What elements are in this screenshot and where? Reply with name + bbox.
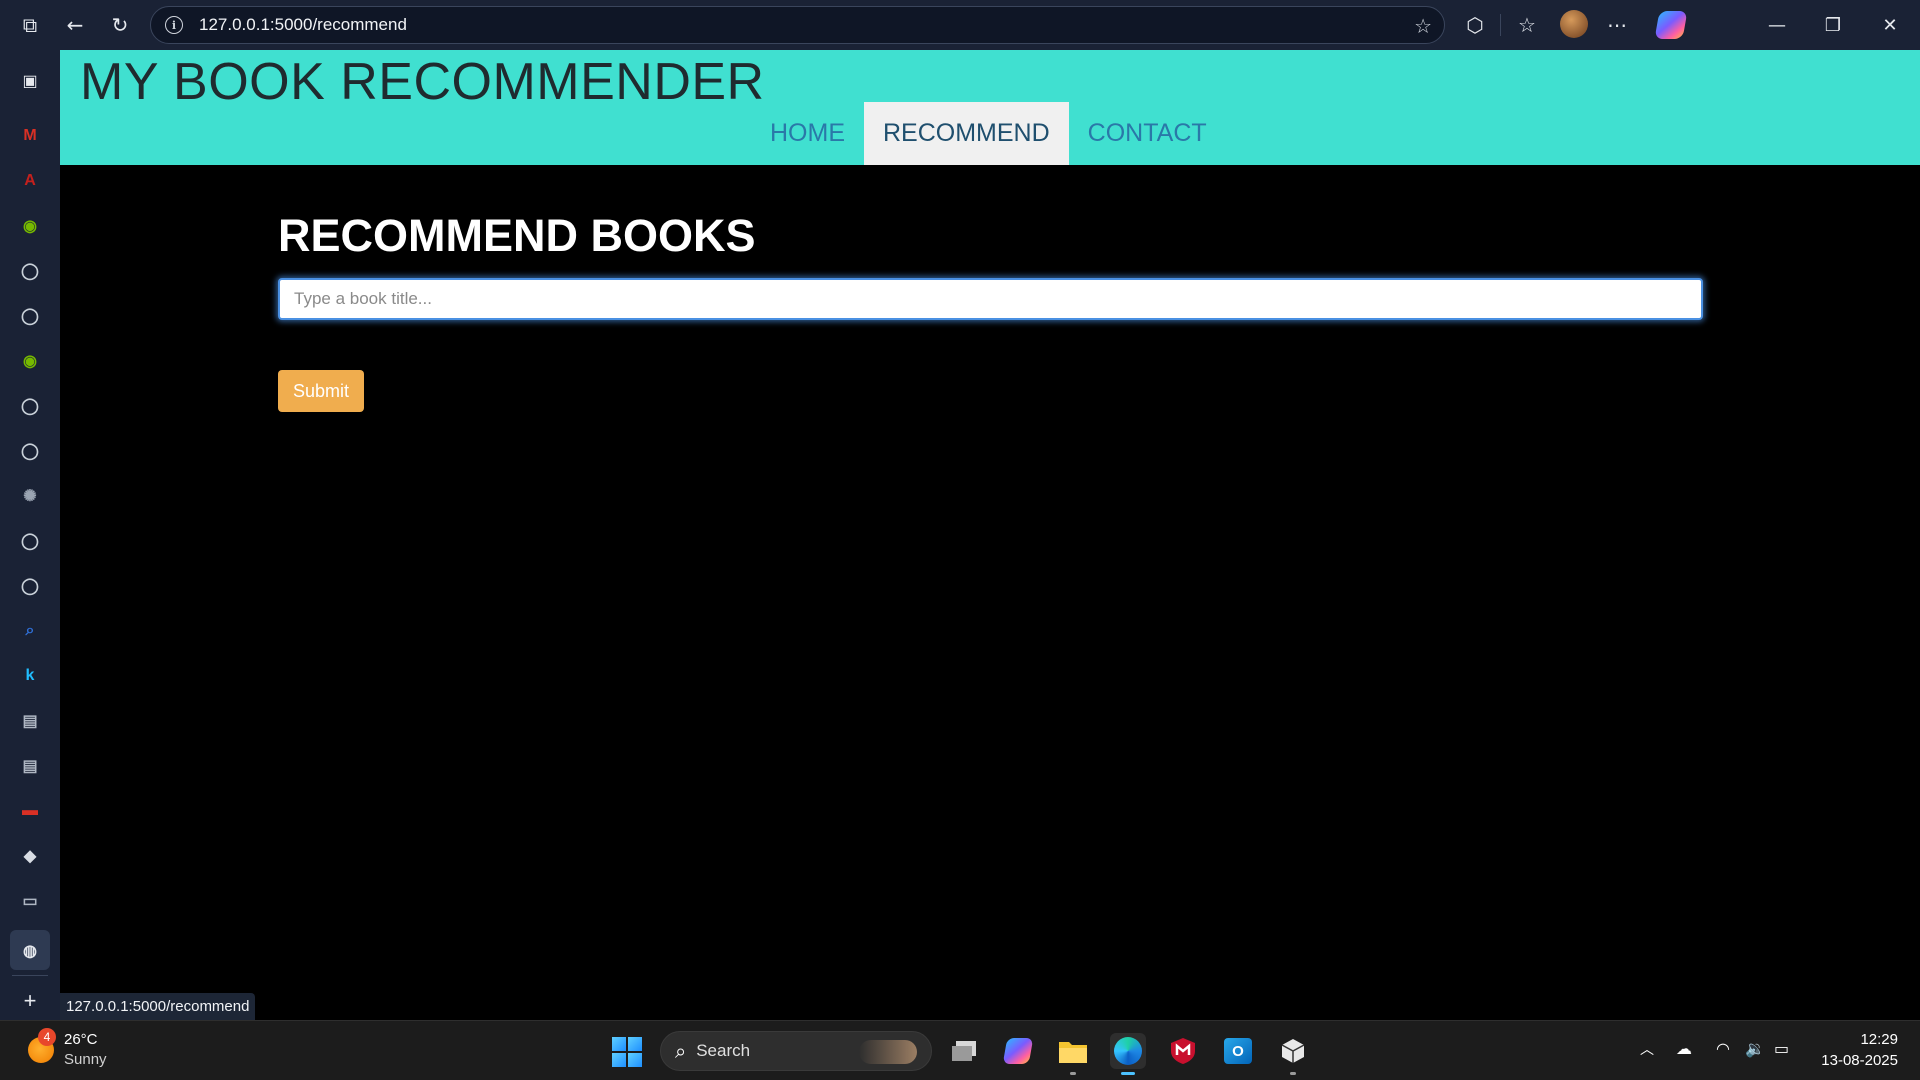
box-icon[interactable]: ◆ (14, 840, 46, 872)
battery-icon[interactable]: ▭ (1774, 1039, 1789, 1058)
notification-badge: 4 (38, 1028, 56, 1046)
weather-temperature: 26°C (64, 1031, 98, 1048)
kaggle-icon[interactable]: k (14, 660, 46, 692)
taskbar-search-label: Search (696, 1041, 751, 1060)
github-icon[interactable]: ◯ (14, 570, 46, 602)
taskbar: 4 26°C Sunny ⌕ Search O ︿ ☁ ◠ 🔉 ▭ 12:29 (0, 1020, 1920, 1080)
minimize-icon[interactable]: — (1757, 10, 1797, 40)
submit-button[interactable]: Submit (278, 370, 364, 412)
site-info-icon[interactable]: i (165, 16, 183, 34)
new-tab-icon[interactable]: + (14, 985, 46, 1017)
tab-actions-icon[interactable]: ▣ (14, 65, 46, 97)
taskbar-search[interactable]: ⌕ Search (660, 1031, 932, 1071)
github-icon[interactable]: ◯ (14, 390, 46, 422)
workspaces-icon[interactable]: ⧉ (15, 10, 45, 40)
page-heading: RECOMMEND BOOKS (278, 210, 756, 261)
edge-browser-icon[interactable] (1110, 1033, 1146, 1075)
openai-icon[interactable]: ✺ (14, 480, 46, 512)
refresh-icon[interactable]: ↻ (105, 10, 135, 40)
outlook-icon[interactable]: O (1220, 1033, 1256, 1069)
restore-icon[interactable]: ❐ (1813, 10, 1853, 40)
github-icon[interactable]: ◯ (14, 255, 46, 287)
site-header: MY BOOK RECOMMENDER HOME RECOMMEND CONTA… (60, 50, 1920, 165)
search-highlight-icon (859, 1040, 917, 1064)
windows-logo-pane (628, 1053, 642, 1067)
gmail-icon[interactable]: M (14, 120, 46, 152)
clock-time: 12:29 (1860, 1031, 1898, 1048)
github-icon[interactable]: ◯ (14, 525, 46, 557)
nav-home[interactable]: HOME (751, 102, 864, 165)
toolbar-divider (1500, 14, 1501, 36)
active-indicator (1121, 1072, 1135, 1075)
site-nav: HOME RECOMMEND CONTACT (751, 102, 1226, 165)
file-explorer-icon[interactable] (1055, 1033, 1091, 1075)
copilot-app-icon[interactable] (1000, 1033, 1036, 1069)
close-icon[interactable]: ✕ (1870, 10, 1910, 40)
system-clock[interactable]: 12:29 13-08-2025 (1821, 1029, 1898, 1071)
box-app-icon[interactable] (1275, 1033, 1311, 1075)
address-url[interactable]: 127.0.0.1:5000/recommend (199, 15, 407, 35)
show-hidden-icons[interactable]: ︿ (1640, 1039, 1654, 1059)
running-indicator (1070, 1072, 1076, 1075)
profile-avatar[interactable] (1560, 10, 1588, 38)
recommend-form: RECOMMEND BOOKS Submit (278, 210, 1703, 412)
nav-contact[interactable]: CONTACT (1069, 102, 1226, 165)
back-icon[interactable]: ← (60, 10, 90, 40)
vertical-tabs-sidebar: ▣ M A ◉ ◯ ◯ ◉ ◯ ◯ ✺ ◯ ◯ ⌕ k ▤ ▤ ▬ ◆ ▭ ◍ + (0, 50, 60, 1020)
clock-date: 13-08-2025 (1821, 1052, 1898, 1069)
window-icon[interactable]: ▭ (14, 885, 46, 917)
site-title: MY BOOK RECOMMENDER (80, 53, 765, 111)
adobe-icon[interactable]: A (14, 165, 46, 197)
extensions-icon[interactable]: ⬡ (1460, 10, 1490, 40)
browser-titlebar: ⧉ ← ↻ i 127.0.0.1:5000/recommend ☆ ⬡ ☆ ⋯… (0, 0, 1920, 50)
volume-icon[interactable]: 🔉 (1745, 1039, 1765, 1058)
favorite-star-icon[interactable]: ☆ (1414, 14, 1432, 38)
mcafee-icon[interactable] (1165, 1033, 1201, 1069)
wifi-icon[interactable]: ◠ (1716, 1039, 1730, 1058)
sidebar-divider (12, 975, 48, 976)
github-icon[interactable]: ◯ (14, 300, 46, 332)
search-site-icon[interactable]: ⌕ (14, 615, 46, 647)
nvidia-icon[interactable]: ◉ (14, 345, 46, 377)
github-icon[interactable]: ◯ (14, 435, 46, 467)
start-button[interactable] (612, 1037, 642, 1067)
nav-recommend[interactable]: RECOMMEND (864, 102, 1069, 165)
book-title-input[interactable] (278, 278, 1703, 320)
windows-logo-pane (612, 1053, 626, 1067)
task-view-icon[interactable] (946, 1033, 982, 1069)
more-options-icon[interactable]: ⋯ (1602, 10, 1632, 40)
running-indicator (1290, 1072, 1296, 1075)
windows-logo-pane (628, 1037, 642, 1051)
globe-icon[interactable]: ◍ (14, 935, 46, 967)
address-bar[interactable]: i 127.0.0.1:5000/recommend ☆ (150, 6, 1445, 44)
windows-logo-pane (612, 1037, 626, 1051)
web-page: MY BOOK RECOMMENDER HOME RECOMMEND CONTA… (60, 50, 1920, 1020)
weather-condition: Sunny (64, 1051, 107, 1068)
status-bar-url: 127.0.0.1:5000/recommend (60, 993, 256, 1020)
favorites-icon[interactable]: ☆ (1512, 10, 1542, 40)
page-icon[interactable]: ▤ (14, 705, 46, 737)
search-icon: ⌕ (675, 1039, 687, 1063)
page-icon[interactable]: ▤ (14, 750, 46, 782)
nvidia-icon[interactable]: ◉ (14, 210, 46, 242)
onedrive-icon[interactable]: ☁ (1676, 1039, 1692, 1058)
copilot-icon[interactable] (1654, 11, 1688, 39)
pdf-icon[interactable]: ▬ (14, 795, 46, 827)
